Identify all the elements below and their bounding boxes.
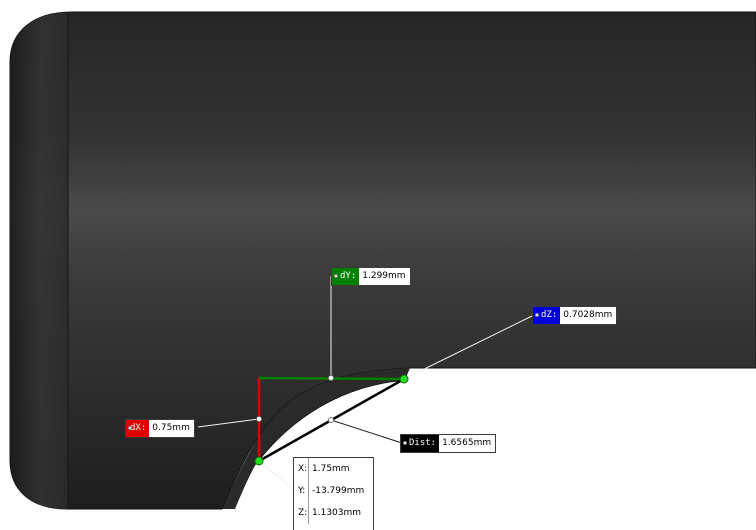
dist-value: 1.6565mm	[442, 438, 492, 448]
dy-anchor	[328, 375, 334, 381]
dx-value: 0.75mm	[152, 423, 190, 433]
point-coordinates-box[interactable]: X: 1.75mm Y: -13.799mm Z: 1.1303mm	[293, 457, 374, 530]
dist-label: Dist:	[401, 435, 440, 452]
dx-label: dX:	[126, 420, 150, 437]
dx-anchor	[256, 416, 262, 422]
dist-leader	[330, 419, 403, 444]
model-body[interactable]	[9, 11, 756, 510]
x-coordinate-row: X: 1.75mm	[294, 458, 373, 480]
y-coordinate-row: Y: -13.799mm	[294, 480, 373, 502]
measure-point-start[interactable]	[254, 456, 264, 466]
x-coordinate-label: X:	[294, 458, 309, 480]
dz-callout[interactable]: dZ: 0.7028mm	[532, 306, 618, 325]
point-leader	[258, 460, 295, 491]
dy-value: 1.299mm	[362, 271, 406, 281]
dy-callout[interactable]: dY: 1.299mm	[331, 267, 411, 286]
z-coordinate-label: Z:	[294, 502, 309, 524]
model-view[interactable]	[0, 0, 756, 530]
model-end-cap	[10, 12, 72, 509]
z-coordinate-row: Z: 1.1303mm	[294, 502, 373, 524]
x-coordinate-value: 1.75mm	[312, 464, 350, 474]
dy-label: dY:	[332, 268, 360, 285]
dist-callout[interactable]: Dist: 1.6565mm	[400, 434, 497, 453]
dz-label: dZ:	[533, 307, 561, 324]
cad-viewport[interactable]: dY: 1.299mm dZ: 0.7028mm dX: 0.75mm Dist…	[0, 0, 756, 530]
dx-callout[interactable]: dX: 0.75mm	[125, 419, 195, 438]
y-coordinate-value: -13.799mm	[312, 486, 365, 496]
measure-point-end[interactable]	[399, 374, 409, 384]
dist-anchor	[328, 417, 334, 423]
dz-value: 0.7028mm	[563, 310, 613, 320]
y-coordinate-label: Y:	[294, 480, 309, 502]
z-coordinate-value: 1.1303mm	[312, 508, 362, 518]
